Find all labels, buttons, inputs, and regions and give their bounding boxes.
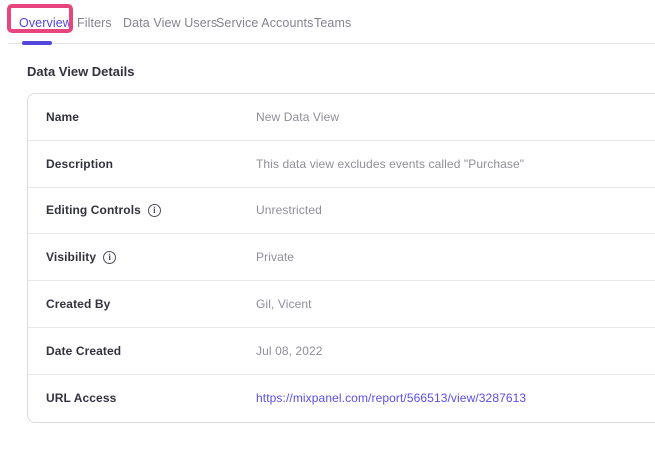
tab-bar-divider xyxy=(8,43,655,44)
row-visibility: Visibility i Private xyxy=(28,234,655,281)
row-description-label-text: Description xyxy=(46,157,113,171)
row-description-label: Description xyxy=(28,157,256,171)
row-date-created-value: Jul 08, 2022 xyxy=(256,344,655,358)
row-description: Description This data view excludes even… xyxy=(28,141,655,188)
row-url-access-label: URL Access xyxy=(28,391,256,405)
tab-teams[interactable]: Teams xyxy=(314,16,351,30)
row-description-value: This data view excludes events called "P… xyxy=(256,157,655,171)
active-tab-indicator xyxy=(22,41,52,45)
info-icon[interactable]: i xyxy=(103,251,116,264)
row-editing-controls-label: Editing Controls i xyxy=(28,203,256,217)
row-url-access-label-text: URL Access xyxy=(46,391,116,405)
row-url-access-value: https://mixpanel.com/report/566513/view/… xyxy=(256,391,655,405)
row-editing-controls-value: Unrestricted xyxy=(256,203,655,217)
details-card: Name New Data View Description This data… xyxy=(27,93,655,423)
row-date-created-label-text: Date Created xyxy=(46,344,121,358)
tab-filters[interactable]: Filters xyxy=(77,16,112,30)
row-created-by-value: Gil, Vicent xyxy=(256,297,655,311)
row-date-created: Date Created Jul 08, 2022 xyxy=(28,328,655,375)
url-access-link[interactable]: https://mixpanel.com/report/566513/view/… xyxy=(256,391,526,405)
row-name-label: Name xyxy=(28,110,256,124)
row-visibility-label: Visibility i xyxy=(28,250,256,264)
row-url-access: URL Access https://mixpanel.com/report/5… xyxy=(28,375,655,422)
tab-bar: Overview Filters Data View Users Service… xyxy=(0,0,655,45)
row-created-by-label: Created By xyxy=(28,297,256,311)
row-name-label-text: Name xyxy=(46,110,79,124)
row-editing-controls: Editing Controls i Unrestricted xyxy=(28,188,655,235)
row-visibility-label-text: Visibility xyxy=(46,250,96,264)
tab-data-view-users[interactable]: Data View Users xyxy=(123,16,217,30)
row-name: Name New Data View xyxy=(28,94,655,141)
info-icon[interactable]: i xyxy=(148,204,161,217)
row-created-by: Created By Gil, Vicent xyxy=(28,281,655,328)
tab-overview[interactable]: Overview xyxy=(19,16,72,30)
row-created-by-label-text: Created By xyxy=(46,297,110,311)
tab-service-accounts[interactable]: Service Accounts xyxy=(216,16,313,30)
page-title: Data View Details xyxy=(27,64,134,79)
row-date-created-label: Date Created xyxy=(28,344,256,358)
row-visibility-value: Private xyxy=(256,250,655,264)
row-editing-controls-label-text: Editing Controls xyxy=(46,203,141,217)
row-name-value: New Data View xyxy=(256,110,655,124)
